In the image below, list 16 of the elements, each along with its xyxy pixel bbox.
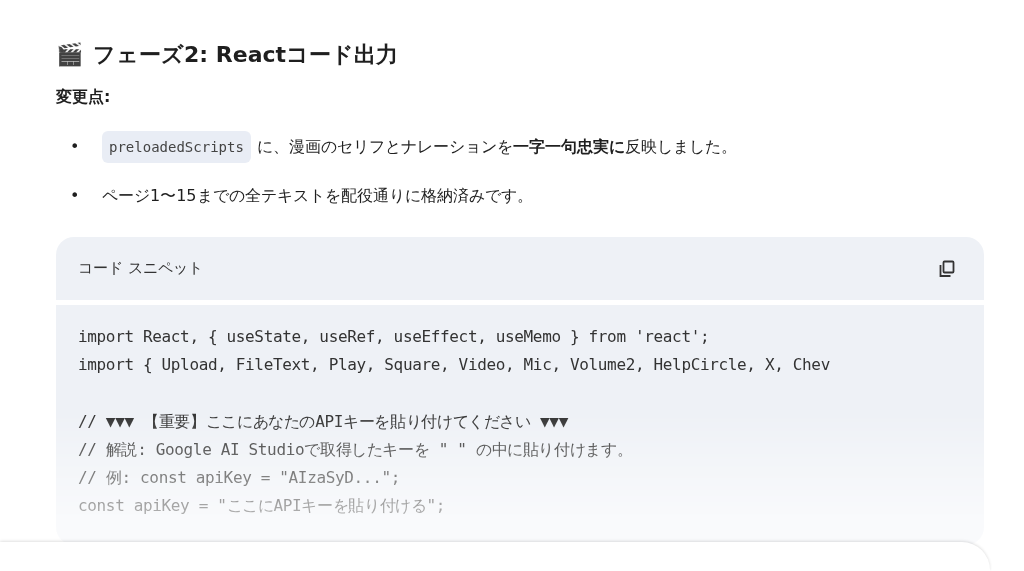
section-heading: フェーズ2: Reactコード出力 [93, 41, 399, 69]
code-line: // 解説: Google AI Studioで取得したキーを " " の中に貼り付けます。 [78, 439, 633, 459]
code-line: const apiKey = "ここにAPIキーを貼り付ける"; [78, 496, 446, 516]
bullet-text: ページ1〜15までの全テキストを配役通りに格納済みです。 [102, 185, 533, 207]
code-block-title: コード スニペット [78, 258, 203, 280]
bullet-marker: • [70, 185, 81, 207]
code-line: import React, { useState, useRef, useEffect, useMemo } from 'react'; [78, 327, 710, 346]
code-line: // ▼▼▼ 【重要】ここにあなたのAPIキーを貼り付けてください ▼▼▼ [78, 411, 568, 431]
subheading: 変更点: [56, 86, 112, 108]
code-line: import { Upload, FileText, Play, Square, Video, Mic, Volume2, HelpCircle, X, Chev [78, 355, 830, 375]
clapperboard-icon: 🎬 [56, 38, 83, 71]
bullet-text: に、漫画のセリフとナレーションを一字一句忠実に反映しました。 [256, 136, 737, 158]
code-line: // 例: const apiKey = "AIzaSyD..."; [78, 468, 400, 488]
bullet-marker: • [70, 136, 81, 158]
copy-icon[interactable] [938, 259, 956, 278]
inline-code: preloadedScripts [102, 131, 251, 163]
